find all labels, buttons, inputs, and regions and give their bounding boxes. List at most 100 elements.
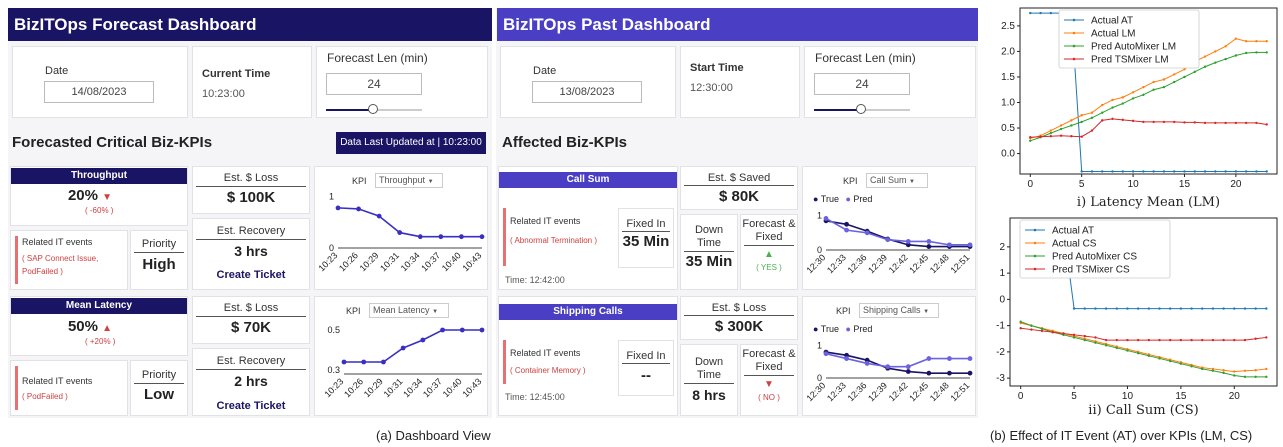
data-point (1030, 328, 1033, 331)
legend-pred-dot: ● (845, 194, 851, 204)
latency-chart: 0.30.510:2310:2610:2910:3110:3410:3710:4… (322, 325, 485, 399)
data-point (1030, 324, 1033, 327)
forecast-len-input[interactable]: 24 (326, 73, 422, 95)
x-tick-label: 10:26 (337, 250, 360, 273)
shipping-chart: 0112:3012:3312:3612:3912:4212:4512:4812:… (804, 341, 973, 403)
x-tick-label: 10:37 (421, 376, 444, 399)
recovery-divider (196, 239, 306, 240)
data-point (1083, 338, 1086, 342)
data-point (1211, 369, 1215, 372)
data-point (967, 242, 973, 248)
create-ticket-button[interactable]: Create Ticket (192, 400, 310, 412)
y-tick-label: 0.5 (1001, 123, 1015, 134)
caption-left: (a) Dashboard View (376, 428, 491, 443)
data-point (1049, 11, 1053, 15)
legend-marker (1033, 228, 1037, 232)
data-point (1152, 120, 1155, 124)
past-title: BizITOps Past Dashboard (497, 8, 978, 41)
y-tick-label: 0 (999, 294, 1005, 305)
y-tick-label: 2.0 (1001, 46, 1015, 57)
x-tick-label: 20 (1230, 179, 1242, 190)
data-point (1265, 367, 1268, 371)
create-ticket-button[interactable]: Create Ticket (192, 269, 310, 281)
x-tick-label: 12:30 (804, 380, 827, 403)
data-point (1029, 11, 1032, 15)
past-len-slider-thumb[interactable] (856, 104, 866, 114)
data-point (1201, 307, 1204, 310)
x-tick-label: 10:43 (460, 376, 483, 399)
data-point (1072, 336, 1076, 339)
data-point (1222, 307, 1225, 310)
data-point (844, 356, 849, 361)
data-point (417, 234, 423, 240)
chart-legend: ● True ● Pred (813, 324, 872, 334)
events-marker (503, 208, 506, 266)
forecast-time-card (192, 46, 312, 118)
data-point (1121, 102, 1124, 105)
data-point (1233, 370, 1236, 373)
legend-label: Pred TSMixer LM (1091, 55, 1169, 66)
x-tick-label: 10:37 (419, 250, 442, 273)
lm-chart: 0.0 0.5 1.0 1.5 2.0 2.5 0 5 10 15 20 Actual AT Actua… (1001, 7, 1278, 210)
data-point (1072, 307, 1076, 310)
data-point (1104, 307, 1108, 310)
data-point (1222, 369, 1225, 372)
data-point (1029, 136, 1032, 139)
recovery-value: 2 hrs (234, 373, 268, 389)
forecast-len-slider-thumb[interactable] (368, 104, 378, 114)
data-point (1049, 135, 1053, 138)
loss-value: $ 100K (226, 189, 276, 206)
data-point (1190, 307, 1193, 310)
forecast-section-title: Forecasted Critical Biz-KPIs (12, 134, 213, 151)
priority-value: Low (144, 386, 174, 403)
legend-pred-dot: ● (845, 324, 851, 334)
forecast-fixed-label: Forecast & Fixed (742, 348, 796, 373)
y-tick-label: 1.5 (1001, 72, 1015, 83)
latency-events-card (10, 360, 128, 416)
forecast-title: BizITOps Forecast Dashboard (8, 8, 492, 41)
recovery-label: Est. Recovery (216, 355, 286, 367)
past-section-title: Affected Biz-KPIs (502, 134, 628, 151)
past-date-input[interactable]: 13/08/2023 (532, 81, 642, 103)
y-tick-label: 1 (329, 192, 334, 202)
data-point (1265, 51, 1268, 54)
y-tick-label: 0.5 (327, 325, 340, 335)
shipping-time: Time: 12:45:00 (505, 392, 565, 402)
data-point (335, 205, 341, 211)
x-tick-label: 10:31 (378, 250, 401, 273)
data-point (864, 361, 870, 366)
kpi-select-value: Call Sum (870, 175, 907, 185)
data-point (1224, 170, 1227, 173)
data-point (1090, 129, 1094, 132)
data-point (1162, 120, 1166, 124)
data-point (844, 227, 849, 233)
data-point (1233, 338, 1236, 342)
data-point (1070, 135, 1073, 138)
data-point (1243, 369, 1247, 372)
data-point (823, 216, 829, 221)
x-tick-label: 0 (1018, 391, 1024, 402)
related-events-label: Related IT events (510, 216, 581, 226)
data-point (1193, 70, 1196, 74)
forecast-date-input[interactable]: 14/08/2023 (44, 81, 154, 103)
past-len-input[interactable]: 24 (814, 73, 910, 95)
data-point (1142, 120, 1145, 124)
data-updated-badge: Data Last Updated at | 10:23:00 (336, 132, 486, 154)
saved-value: $ 80K (718, 188, 760, 205)
data-point (1214, 121, 1217, 125)
caption-right: (b) Effect of IT Event (AT) over KPIs (L… (990, 428, 1253, 443)
callsum-kpi-select[interactable]: Call Sum ▼ (866, 173, 928, 188)
loss-label: Est. $ Loss (223, 302, 279, 314)
data-point (1234, 54, 1238, 57)
data-point (440, 327, 445, 333)
data-point (1039, 135, 1042, 138)
data-point (967, 370, 973, 376)
chevron-down-icon: ▼ (909, 179, 915, 185)
priority-label: Priority (141, 369, 177, 381)
data-point (1173, 120, 1176, 124)
y-tick-label: -1 (996, 321, 1005, 332)
x-tick-label: 10 (1128, 179, 1140, 190)
forecast-len-slider-fill (326, 109, 374, 111)
fixed-in-divider (622, 231, 670, 232)
shipping-kpi-select[interactable]: Shipping Calls ▼ (859, 303, 939, 318)
